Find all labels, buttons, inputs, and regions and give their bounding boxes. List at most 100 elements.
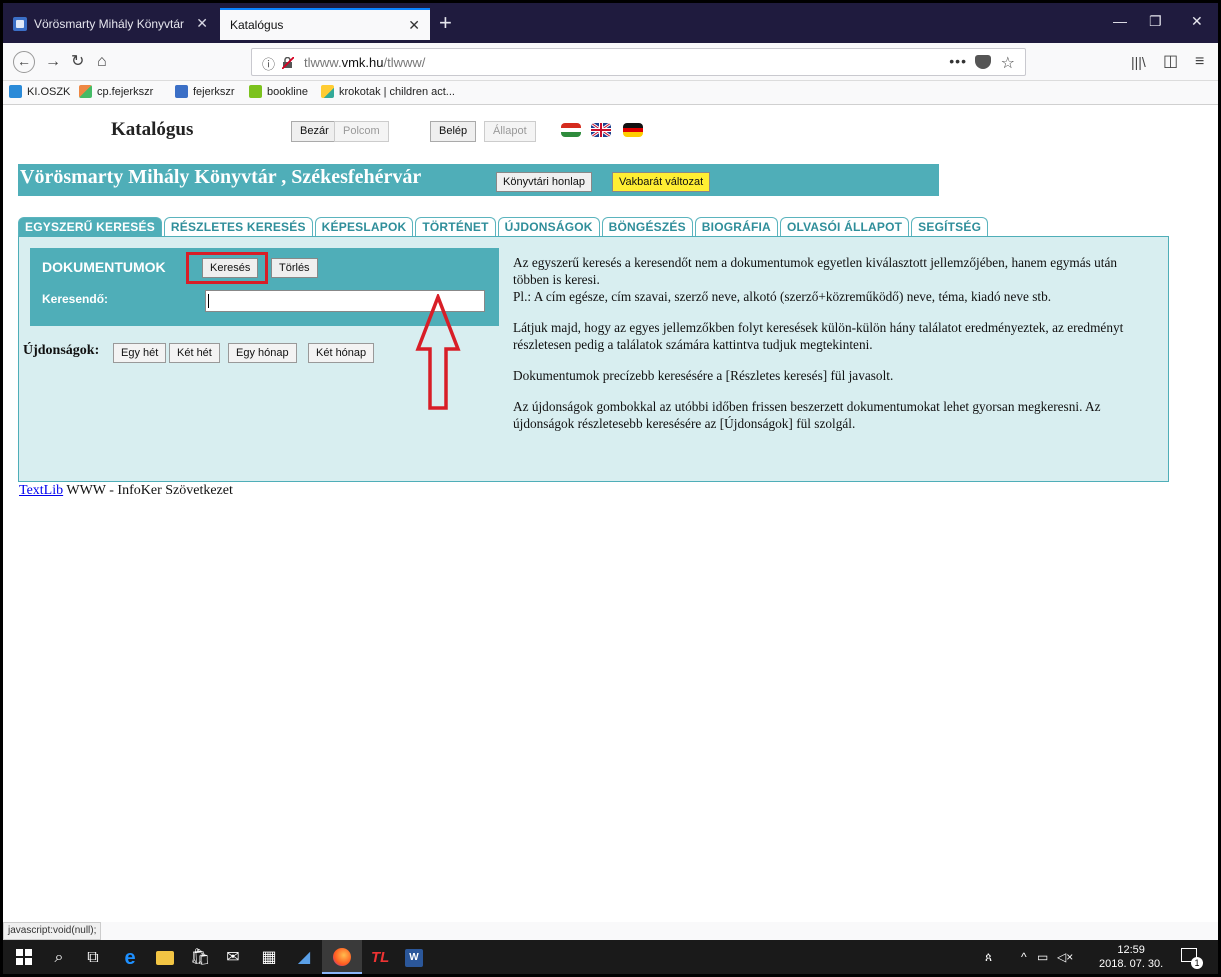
tab-catalog[interactable]: Katalógus ✕ xyxy=(220,8,430,40)
login-button[interactable]: Belép xyxy=(430,121,477,142)
english-flag-icon[interactable] xyxy=(591,123,611,137)
back-icon[interactable]: ← xyxy=(13,51,35,73)
one-month-button[interactable]: Egy hónap xyxy=(228,343,297,363)
bookmark-item[interactable]: bookline xyxy=(249,85,308,98)
system-clock[interactable]: 12:59 2018. 07. 30. xyxy=(1099,943,1163,971)
notifications-icon[interactable]: 1 xyxy=(1181,948,1203,969)
library-icon[interactable]: |||\ xyxy=(1131,52,1146,72)
one-week-button[interactable]: Egy hét xyxy=(113,343,167,363)
minimize-icon[interactable]: — xyxy=(1113,13,1127,29)
search-panel: DOKUMENTUMOK Keresés Törlés Keresendő: Ú… xyxy=(18,236,1169,482)
reload-icon[interactable]: ↻ xyxy=(71,52,84,72)
file-explorer-icon[interactable] xyxy=(156,951,174,965)
close-tab-icon[interactable]: ✕ xyxy=(196,15,208,32)
mail-icon[interactable]: ✉ xyxy=(224,949,242,967)
bookmarks-bar: KI.OSZK cp.fejerkszr fejerkszr bookline … xyxy=(3,81,1218,105)
library-favicon-icon xyxy=(13,17,27,31)
tab-simple-search[interactable]: EGYSZERŰ KERESÉS xyxy=(18,217,162,237)
windows-start-icon[interactable] xyxy=(15,949,33,967)
search-field-label: Keresendő: xyxy=(42,292,109,306)
task-view-icon[interactable]: ⧉ xyxy=(84,949,102,967)
edge-icon[interactable]: e xyxy=(121,948,139,968)
page-title: Katalógus xyxy=(111,119,194,140)
status-button[interactable]: Állapot xyxy=(484,121,536,142)
page-actions-icon[interactable]: ••• xyxy=(949,53,967,69)
close-button[interactable]: Bezár xyxy=(291,121,338,142)
bookmark-item[interactable]: krokotak | children act... xyxy=(321,85,455,98)
search-icon[interactable]: ⌕ xyxy=(50,949,68,967)
close-window-icon[interactable]: ✕ xyxy=(1191,13,1203,30)
tab-history[interactable]: TÖRTÉNET xyxy=(415,217,496,237)
people-icon[interactable]: ጰ xyxy=(985,950,992,965)
close-tab-icon[interactable]: ✕ xyxy=(408,17,420,34)
app-icon[interactable]: ◢ xyxy=(295,949,313,967)
title-bar: Vörösmarty Mihály Könyvtár ✕ Katalógus ✕… xyxy=(3,3,1218,43)
calculator-icon[interactable]: ▦ xyxy=(260,949,278,967)
library-homepage-button[interactable]: Könyvtári honlap xyxy=(496,172,592,192)
tab-library[interactable]: Vörösmarty Mihály Könyvtár ✕ xyxy=(3,8,218,40)
home-icon[interactable]: ⌂ xyxy=(97,52,107,72)
textlib-link[interactable]: TextLib xyxy=(19,483,63,498)
library-name: Vörösmarty Mihály Könyvtár , Székesfehér… xyxy=(20,166,422,188)
shelf-button[interactable]: Polcom xyxy=(334,121,389,142)
tab-browse[interactable]: BÖNGÉSZÉS xyxy=(601,217,693,237)
two-months-button[interactable]: Két hónap xyxy=(308,343,375,363)
restore-icon[interactable]: ❐ xyxy=(1149,13,1162,30)
show-hidden-icons-icon[interactable]: ^ xyxy=(1021,950,1027,964)
tab-help[interactable]: SEGÍTSÉG xyxy=(911,217,989,237)
tab-postcards[interactable]: KÉPESLAPOK xyxy=(314,217,414,237)
help-paragraph: Az újdonságok gombokkal az utóbbi időben… xyxy=(513,399,1101,431)
bookmark-favicon-icon xyxy=(175,85,188,98)
tab-new-items[interactable]: ÚJDONSÁGOK xyxy=(497,217,600,237)
sidebar-icon[interactable]: ◫ xyxy=(1163,52,1178,72)
catalog-tabs: EGYSZERŰ KERESÉS RÉSZLETES KERESÉS KÉPES… xyxy=(18,217,990,237)
network-icon[interactable]: ▭ xyxy=(1037,950,1048,964)
volume-icon[interactable]: ◁× xyxy=(1057,950,1073,964)
bookmark-favicon-icon xyxy=(321,85,334,98)
new-tab-icon[interactable]: + xyxy=(439,10,452,36)
tab-biography[interactable]: BIOGRÁFIA xyxy=(694,217,778,237)
firefox-icon xyxy=(333,948,351,966)
help-paragraph: Dokumentumok precízebb keresésére a [Rés… xyxy=(513,368,894,383)
address-bar[interactable]: ⓘ tlwww.vmk.hu/tlwww/ ••• ☆ xyxy=(251,48,1026,76)
tab-detailed-search[interactable]: RÉSZLETES KERESÉS xyxy=(163,217,313,237)
forward-icon[interactable]: → xyxy=(45,52,61,72)
insecure-lock-icon[interactable] xyxy=(282,57,294,69)
red-arrow-annotation xyxy=(415,294,461,410)
two-weeks-button[interactable]: Két hét xyxy=(169,343,220,363)
info-icon[interactable]: ⓘ xyxy=(262,54,275,73)
tab-title: Katalógus xyxy=(230,18,284,32)
documents-title: DOKUMENTUMOK xyxy=(42,259,166,275)
textlib-icon[interactable]: TL xyxy=(371,949,389,967)
store-icon[interactable]: 🛍 xyxy=(190,949,210,967)
german-flag-icon[interactable] xyxy=(623,123,643,137)
bookmark-item[interactable]: cp.fejerkszr xyxy=(79,85,153,98)
page-content: Katalógus Bezár Polcom Belép Állapot Vör… xyxy=(3,105,1218,922)
footer-text: WWW - InfoKer Szövetkezet xyxy=(63,483,233,498)
search-button[interactable]: Keresés xyxy=(202,258,259,278)
pocket-icon[interactable] xyxy=(975,55,991,69)
news-label: Újdonságok: xyxy=(23,343,100,358)
clock-time: 12:59 xyxy=(1117,944,1145,956)
menu-icon[interactable]: ≡ xyxy=(1195,52,1204,72)
help-paragraph: Látjuk majd, hogy az egyes jellemzőkben … xyxy=(513,320,1124,352)
bookmark-favicon-icon xyxy=(249,85,262,98)
help-paragraph: Az egyszerű keresés a keresendőt nem a d… xyxy=(513,255,1118,287)
bookmark-item[interactable]: KI.OSZK xyxy=(9,85,70,98)
status-bar: javascript:void(null); xyxy=(3,922,102,940)
bookmark-favicon-icon xyxy=(9,85,22,98)
navigation-bar: ← → ↻ ⌂ ⓘ tlwww.vmk.hu/tlwww/ ••• ☆ |||\… xyxy=(3,43,1218,81)
browser-window: Vörösmarty Mihály Könyvtár ✕ Katalógus ✕… xyxy=(3,3,1218,974)
accessible-version-button[interactable]: Vakbarát változat xyxy=(612,172,711,192)
library-banner: Vörösmarty Mihály Könyvtár , Székesfehér… xyxy=(18,164,939,196)
bookmark-favicon-icon xyxy=(79,85,92,98)
bookmark-star-icon[interactable]: ☆ xyxy=(1001,53,1015,73)
help-text: Az egyszerű keresés a keresendőt nem a d… xyxy=(513,254,1153,446)
bookmark-item[interactable]: fejerkszr xyxy=(175,85,235,98)
clear-button[interactable]: Törlés xyxy=(271,258,318,278)
hungarian-flag-icon[interactable] xyxy=(561,123,581,137)
help-paragraph: Pl.: A cím egésze, cím szavai, szerző ne… xyxy=(513,289,1052,304)
word-icon[interactable]: W xyxy=(405,949,423,967)
tab-reader-status[interactable]: OLVASÓI ÁLLAPOT xyxy=(779,217,910,237)
firefox-taskbar-item[interactable] xyxy=(322,940,362,974)
